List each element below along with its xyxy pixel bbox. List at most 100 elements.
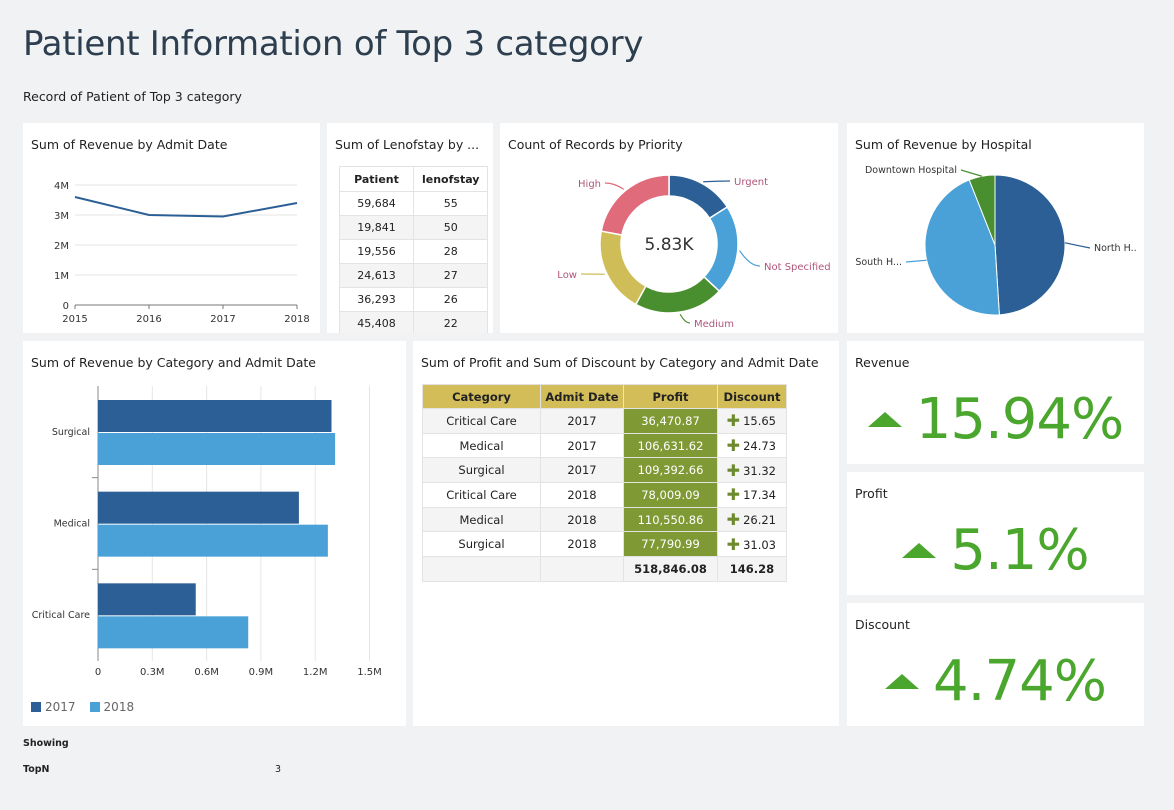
discount-cell: ✚ 15.65 (717, 408, 787, 434)
table-row[interactable]: 19,556 28 (339, 239, 489, 264)
legend-item[interactable]: 2017 (31, 700, 76, 714)
donut-slice (599, 230, 647, 306)
kpi-value: 4.74% (933, 649, 1107, 714)
x-tick-label: 2015 (62, 314, 87, 325)
chart-legend: 2017 2018 (31, 700, 148, 714)
x-tick-label: 0.9M (249, 667, 274, 678)
revenue-line-chart[interactable]: 4M 3M 2M 1M 0 2015 2016 2017 2018 (23, 123, 320, 333)
bar (98, 433, 336, 465)
donut-slice (634, 275, 721, 314)
kpi-value: 5.1% (950, 518, 1089, 583)
column-header[interactable]: Profit (623, 384, 718, 409)
table-cell: 26 (412, 287, 489, 312)
legend-swatch (31, 702, 41, 712)
leader-line (1064, 242, 1091, 249)
kpi-row: 15.94% (847, 387, 1144, 452)
y-tick-label: 0 (63, 301, 69, 312)
table-row[interactable]: Medical 2018 110,550.86 ✚ 26.21 (422, 506, 787, 533)
leader-line (703, 180, 731, 183)
column-header[interactable]: Admit Date (540, 384, 624, 409)
x-tick-label: 2016 (136, 314, 161, 325)
category-revenue-card[interactable]: Sum of Revenue by Category and Admit Dat… (23, 341, 406, 726)
legend-item[interactable]: 2018 (89, 700, 135, 714)
table-cell: 24,613 (339, 263, 414, 288)
plus-icon: ✚ (726, 485, 741, 505)
discount-value: 31.32 (743, 463, 776, 478)
discount-value: 26.21 (743, 513, 776, 528)
profit-discount-card[interactable]: Sum of Profit and Sum of Discount by Cat… (413, 341, 839, 726)
x-tick-label: 1.2M (303, 667, 328, 678)
table-cell: 2018 (540, 531, 624, 558)
slice-label: Not Specified (764, 262, 831, 273)
table-cell: 2017 (540, 457, 624, 484)
table-row[interactable]: 59,684 55 (339, 191, 489, 216)
page-subtitle: Record of Patient of Top 3 category (23, 89, 242, 104)
discount-kpi-card[interactable]: Discount 4.74% (847, 603, 1144, 726)
leader-line (905, 259, 927, 263)
discount-cell: ✚ 24.73 (717, 432, 787, 459)
table-cell: 2018 (540, 482, 624, 508)
table-row[interactable]: 19,841 50 (339, 215, 489, 240)
leader-line (739, 250, 761, 267)
kpi-row: 4.74% (847, 649, 1144, 714)
discount-value: 17.34 (743, 488, 776, 503)
discount-value: 31.03 (743, 537, 776, 552)
profit-cell: 36,470.87 (623, 408, 718, 434)
x-tick-label: 0.3M (140, 667, 165, 678)
discount-cell: ✚ 26.21 (717, 506, 787, 533)
discount-cell: ✚ 17.34 (717, 482, 787, 508)
table-cell: Medical (422, 432, 541, 459)
column-header[interactable]: Patient (339, 166, 414, 192)
hospital-card[interactable]: Sum of Revenue by Hospital North H.. Sout… (847, 123, 1144, 333)
column-header[interactable]: lenofstay (412, 166, 489, 192)
lenofstay-card[interactable]: Sum of Lenofstay by ... Patient lenofsta… (327, 123, 493, 333)
table-cell: 19,556 (339, 239, 414, 264)
plus-icon: ✚ (726, 411, 741, 431)
table-cell: Critical Care (422, 408, 541, 434)
table-cell: 2018 (540, 506, 624, 533)
card-title: Sum of Revenue by Admit Date (31, 137, 228, 152)
category-label: Medical (54, 519, 90, 530)
profit-cell: 110,550.86 (623, 506, 718, 533)
plus-icon: ✚ (726, 436, 741, 456)
x-tick-label: 2017 (210, 314, 235, 325)
column-header[interactable]: Discount (717, 384, 787, 409)
table-row[interactable]: Critical Care 2018 78,009.09 ✚ 17.34 (422, 482, 787, 508)
discount-value: 15.65 (743, 414, 776, 429)
x-tick-label: 1.5M (357, 667, 382, 678)
table-row[interactable]: 24,613 27 (339, 263, 489, 288)
table-cell: 59,684 (339, 191, 414, 216)
category-bar-chart[interactable]: 0 0.3M 0.6M 0.9M 1.2M 1.5M Surgical Medical Crit… (23, 341, 406, 691)
y-tick-label: 4M (54, 181, 69, 192)
table-row[interactable]: Surgical 2017 109,392.66 ✚ 31.32 (422, 457, 787, 484)
plus-icon: ✚ (726, 510, 741, 530)
table-row[interactable]: Medical 2017 106,631.62 ✚ 24.73 (422, 432, 787, 459)
total-cell (540, 556, 624, 582)
table-cell: Surgical (422, 531, 541, 558)
table-row[interactable]: Surgical 2018 77,790.99 ✚ 31.03 (422, 531, 787, 558)
column-header[interactable]: Category (422, 384, 541, 409)
table-row[interactable]: 36,293 26 (339, 287, 489, 312)
topn-value[interactable]: 3 (275, 764, 281, 775)
profit-cell: 77,790.99 (623, 531, 718, 558)
leader-line (604, 182, 625, 190)
table-cell: Medical (422, 506, 541, 533)
table-cell: 36,293 (339, 287, 414, 312)
discount-cell: ✚ 31.32 (717, 457, 787, 484)
bar (98, 583, 196, 616)
totals-row: 518,846.08 146.28 (422, 556, 787, 582)
table-row[interactable]: 45,408 22 (339, 311, 489, 333)
table-cell: 27 (412, 263, 489, 288)
priority-card[interactable]: Count of Records by Priority Urgent Not S… (500, 123, 838, 333)
table-row[interactable]: Critical Care 2017 36,470.87 ✚ 15.65 (422, 408, 787, 434)
card-title: Profit (855, 486, 888, 501)
revenue-kpi-card[interactable]: Revenue 15.94% (847, 341, 1144, 464)
revenue-by-date-card[interactable]: Sum of Revenue by Admit Date 4M 3M 2M 1M 0 20… (23, 123, 320, 333)
priority-donut-chart[interactable]: Urgent Not Specified Medium Low High 5.83K (500, 123, 838, 333)
category-label: Critical Care (32, 610, 90, 621)
legend-label: 2018 (103, 700, 135, 714)
slice-label: Low (557, 270, 577, 281)
slice-label: Downtown Hospital (865, 165, 957, 176)
profit-kpi-card[interactable]: Profit 5.1% (847, 472, 1144, 595)
hospital-pie-chart[interactable]: North H.. South H... Downtown Hospital (847, 123, 1144, 333)
